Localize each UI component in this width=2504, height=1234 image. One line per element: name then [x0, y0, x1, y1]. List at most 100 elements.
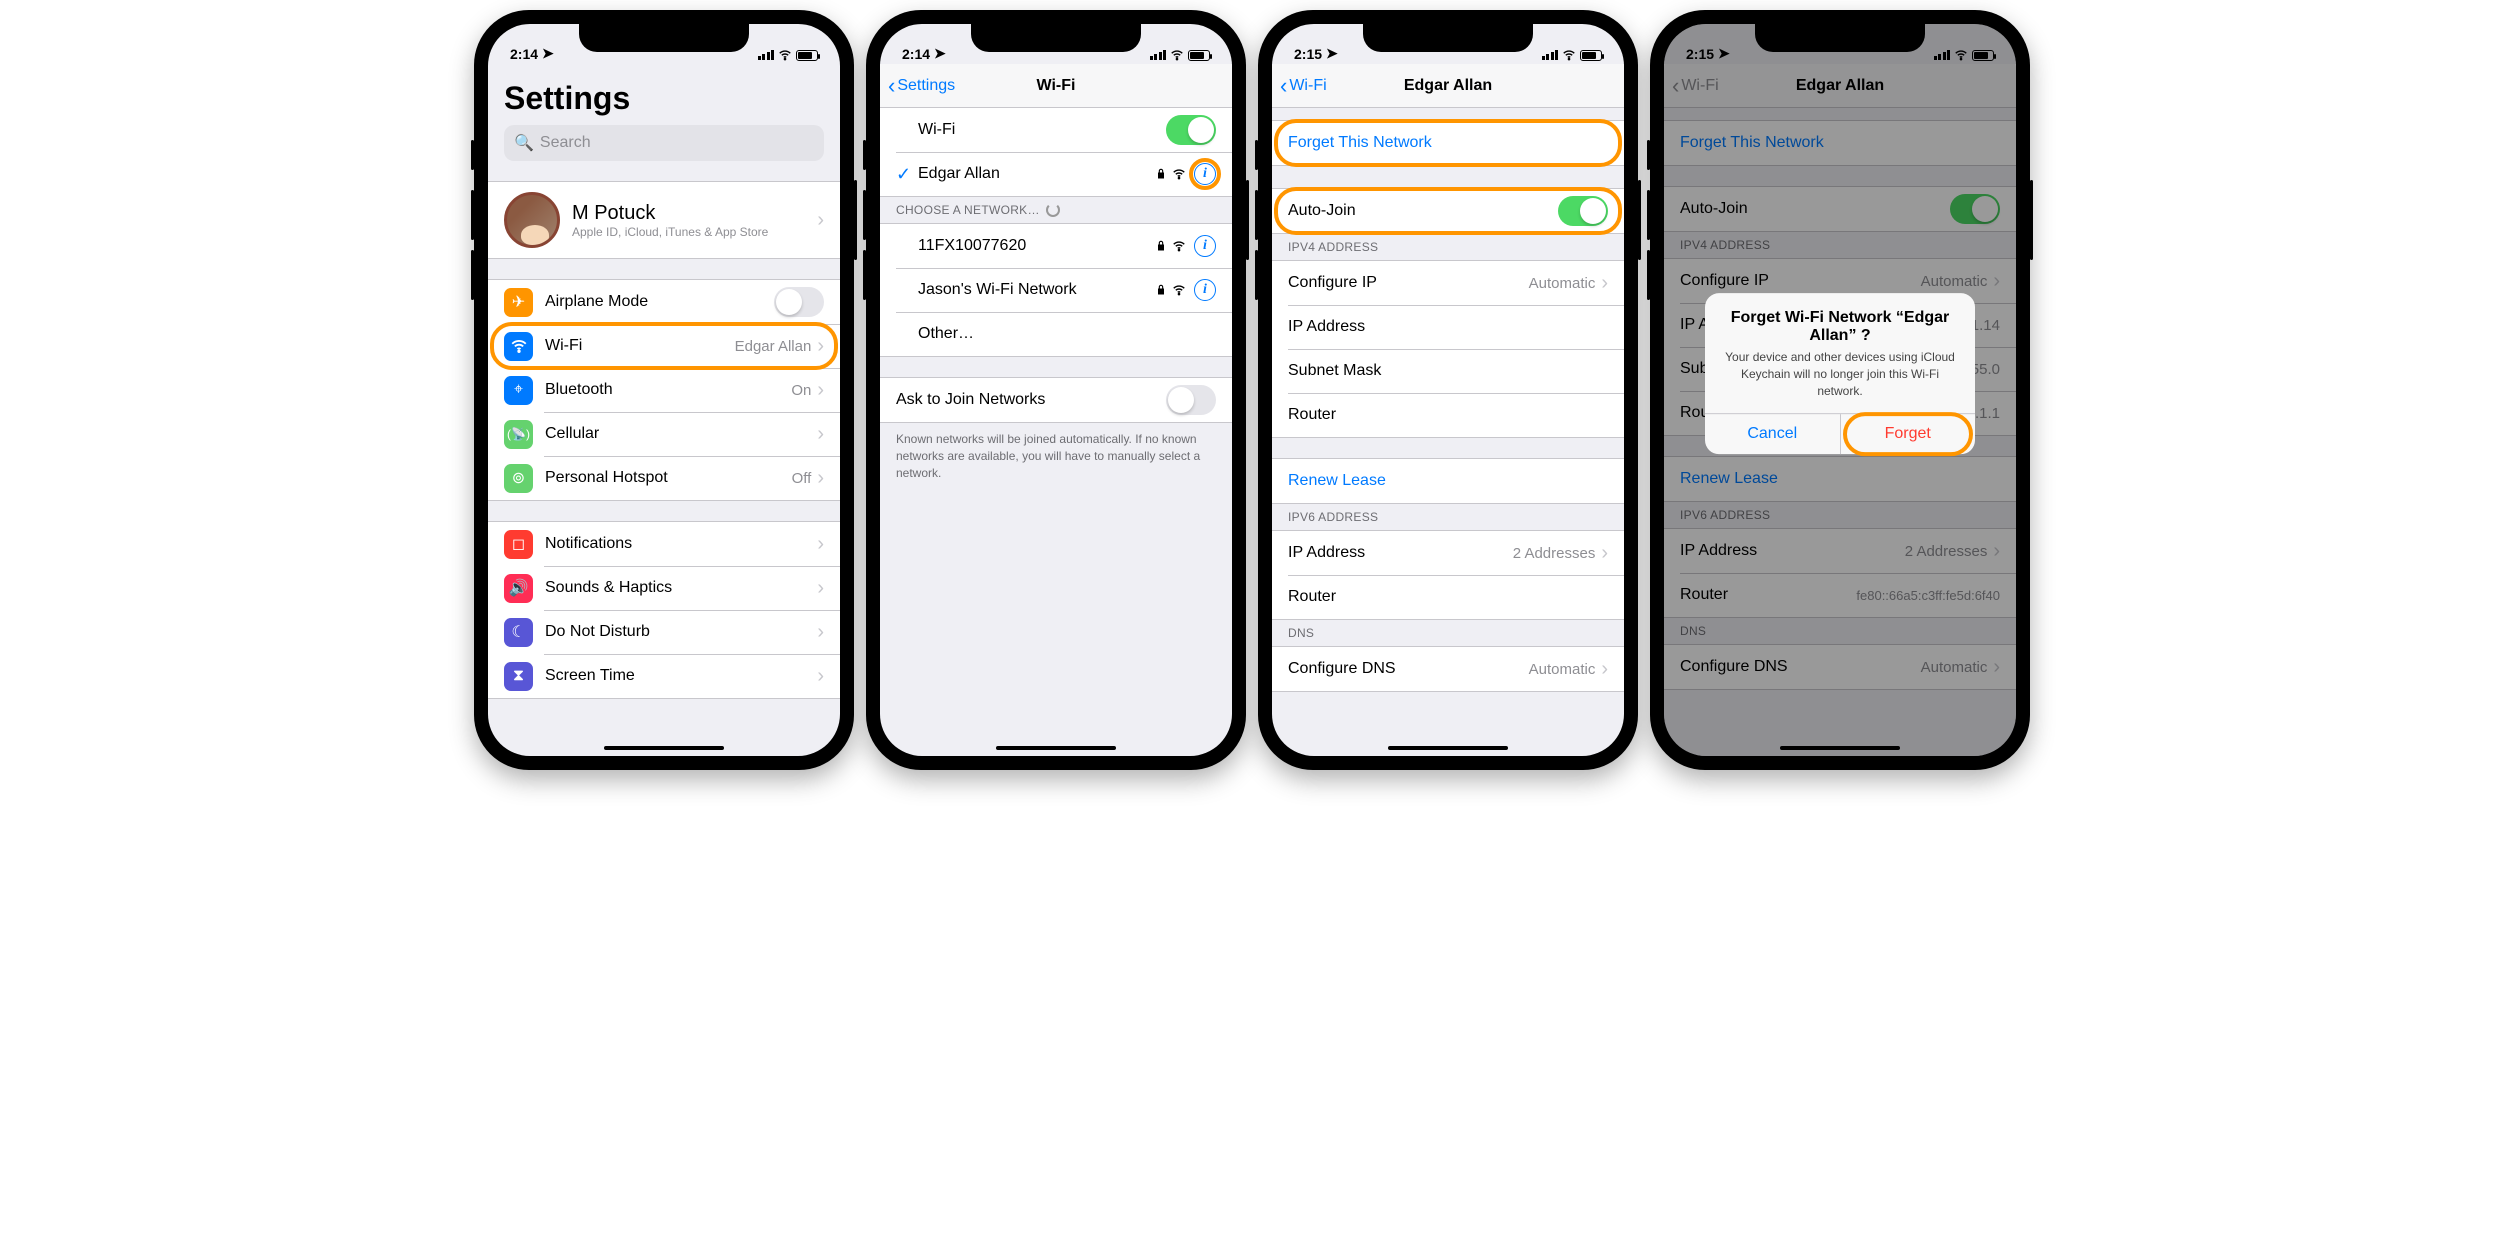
ipv6-address-row[interactable]: IP Address2 Addresses› — [1272, 531, 1624, 575]
wifi-toggle-label: Wi-Fi — [918, 121, 1166, 139]
ask-to-join-row[interactable]: Ask to Join Networks — [880, 378, 1232, 422]
network-info-button[interactable]: i — [1194, 279, 1216, 301]
battery-icon — [796, 50, 818, 61]
location-icon: ➤ — [542, 45, 554, 62]
wifi-master-toggle-row[interactable]: Wi-Fi — [880, 108, 1232, 152]
network-name: Jason's Wi-Fi Network — [918, 281, 1156, 299]
ask-to-join-toggle[interactable] — [1166, 385, 1216, 415]
settings-root-screen: 2:14➤ Settings 🔍Search M Potuck Apple ID… — [488, 24, 840, 756]
auto-join-toggle[interactable] — [1558, 196, 1608, 226]
chevron-right-icon: › — [1601, 658, 1608, 681]
screentime-row[interactable]: ⧗ Screen Time › — [488, 654, 840, 698]
lock-icon — [1156, 240, 1166, 252]
other-network-row[interactable]: Other… — [880, 312, 1232, 356]
bluetooth-row[interactable]: ⌖ Bluetooth On › — [488, 368, 840, 412]
cellular-row[interactable]: (📡) Cellular › — [488, 412, 840, 456]
wifi-icon — [1170, 48, 1184, 62]
profile-name: M Potuck — [572, 202, 811, 225]
back-button[interactable]: ‹Wi-Fi — [1280, 73, 1327, 99]
hotspot-label: Personal Hotspot — [545, 469, 792, 487]
airplane-toggle[interactable] — [774, 287, 824, 317]
wifi-icon — [1562, 48, 1576, 62]
chevron-right-icon: › — [1601, 542, 1608, 565]
renew-lease-button[interactable]: Renew Lease — [1272, 459, 1624, 503]
screentime-icon: ⧗ — [504, 662, 533, 691]
screentime-label: Screen Time — [545, 667, 811, 685]
wifi-strength-icon — [1172, 167, 1186, 181]
airplane-icon: ✈ — [504, 288, 533, 317]
notifications-row[interactable]: ◻ Notifications › — [488, 522, 840, 566]
home-indicator[interactable] — [1780, 746, 1900, 750]
ip-address-row: IP Address — [1272, 305, 1624, 349]
hotspot-row[interactable]: ⊚ Personal Hotspot Off › — [488, 456, 840, 500]
home-indicator[interactable] — [604, 746, 724, 750]
chevron-left-icon: ‹ — [1280, 73, 1287, 99]
configure-dns-row[interactable]: Configure DNSAutomatic› — [1272, 647, 1624, 691]
lock-icon — [1156, 284, 1166, 296]
wifi-value: Edgar Allan — [735, 338, 812, 355]
configure-ip-row[interactable]: Configure IPAutomatic› — [1272, 261, 1624, 305]
home-indicator[interactable] — [996, 746, 1116, 750]
ipv4-header: IPV4 ADDRESS — [1272, 234, 1624, 260]
sounds-label: Sounds & Haptics — [545, 579, 811, 597]
dnd-label: Do Not Disturb — [545, 623, 811, 641]
subnet-row: Subnet Mask — [1272, 349, 1624, 393]
chevron-right-icon: › — [817, 467, 824, 490]
wifi-strength-icon — [1172, 283, 1186, 297]
chevron-right-icon: › — [817, 665, 824, 688]
profile-subtitle: Apple ID, iCloud, iTunes & App Store — [572, 225, 811, 239]
wifi-row[interactable]: Wi-Fi Edgar Allan › — [488, 324, 840, 368]
location-icon: ➤ — [1326, 45, 1338, 62]
wifi-label: Wi-Fi — [545, 337, 735, 355]
cellular-signal-icon — [758, 50, 775, 60]
apple-id-row[interactable]: M Potuck Apple ID, iCloud, iTunes & App … — [488, 182, 840, 258]
network-detail-screen: 2:15➤ ‹Wi-Fi Edgar Allan Forget This Net… — [1272, 24, 1624, 756]
sounds-row[interactable]: 🔊 Sounds & Haptics › — [488, 566, 840, 610]
footer-text: Known networks will be joined automatica… — [880, 423, 1232, 489]
nav-bar: ‹Wi-Fi Edgar Allan — [1272, 64, 1624, 108]
ipv6-router-row: Router — [1272, 575, 1624, 619]
connected-network-name: Edgar Allan — [918, 165, 1156, 183]
nav-title: Wi-Fi — [1037, 77, 1076, 95]
cellular-icon: (📡) — [504, 420, 533, 449]
chevron-left-icon: ‹ — [888, 73, 895, 99]
search-placeholder: Search — [540, 134, 591, 152]
airplane-mode-row[interactable]: ✈ Airplane Mode — [488, 280, 840, 324]
dns-header: DNS — [1272, 620, 1624, 646]
ipv6-header: IPV6 ADDRESS — [1272, 504, 1624, 530]
time: 2:14 — [902, 46, 930, 62]
forget-network-button[interactable]: Forget This Network — [1272, 121, 1624, 165]
dnd-row[interactable]: ☾ Do Not Disturb › — [488, 610, 840, 654]
dnd-icon: ☾ — [504, 618, 533, 647]
time: 2:15 — [1294, 46, 1322, 62]
back-label: Settings — [897, 77, 955, 95]
auto-join-label: Auto-Join — [1288, 202, 1558, 220]
connected-network-row[interactable]: ✓ Edgar Allan i — [880, 152, 1232, 196]
chevron-right-icon: › — [817, 379, 824, 402]
wifi-master-toggle[interactable] — [1166, 115, 1216, 145]
network-name: 11FX10077620 — [918, 237, 1156, 255]
notifications-label: Notifications — [545, 535, 811, 553]
chevron-right-icon: › — [1601, 272, 1608, 295]
chevron-right-icon: › — [817, 621, 824, 644]
wifi-list-screen: 2:14➤ ‹Settings Wi-Fi Wi-Fi ✓ Edgar Alla… — [880, 24, 1232, 756]
alert-message: Your device and other devices using iClo… — [1705, 349, 1975, 413]
alert-cancel-button[interactable]: Cancel — [1705, 415, 1840, 455]
network-row[interactable]: Jason's Wi-Fi Network i — [880, 268, 1232, 312]
notifications-icon: ◻ — [504, 530, 533, 559]
time: 2:14 — [510, 46, 538, 62]
airplane-label: Airplane Mode — [545, 293, 774, 311]
forget-alert: Forget Wi-Fi Network “Edgar Allan” ? You… — [1705, 293, 1975, 454]
home-indicator[interactable] — [1388, 746, 1508, 750]
auto-join-row[interactable]: Auto-Join — [1272, 189, 1624, 233]
network-row[interactable]: 11FX10077620 i — [880, 224, 1232, 268]
network-info-button[interactable]: i — [1194, 235, 1216, 257]
other-label: Other… — [918, 325, 1216, 343]
wifi-strength-icon — [1172, 239, 1186, 253]
forget-network-alert-screen: 2:15➤ ‹Wi-Fi Edgar Allan Forget This Net… — [1664, 24, 2016, 756]
back-button[interactable]: ‹Settings — [888, 73, 955, 99]
spinner-icon — [1046, 203, 1060, 217]
alert-forget-button[interactable]: Forget — [1840, 415, 1976, 455]
search-input[interactable]: 🔍Search — [504, 125, 824, 161]
network-info-button[interactable]: i — [1194, 163, 1216, 185]
